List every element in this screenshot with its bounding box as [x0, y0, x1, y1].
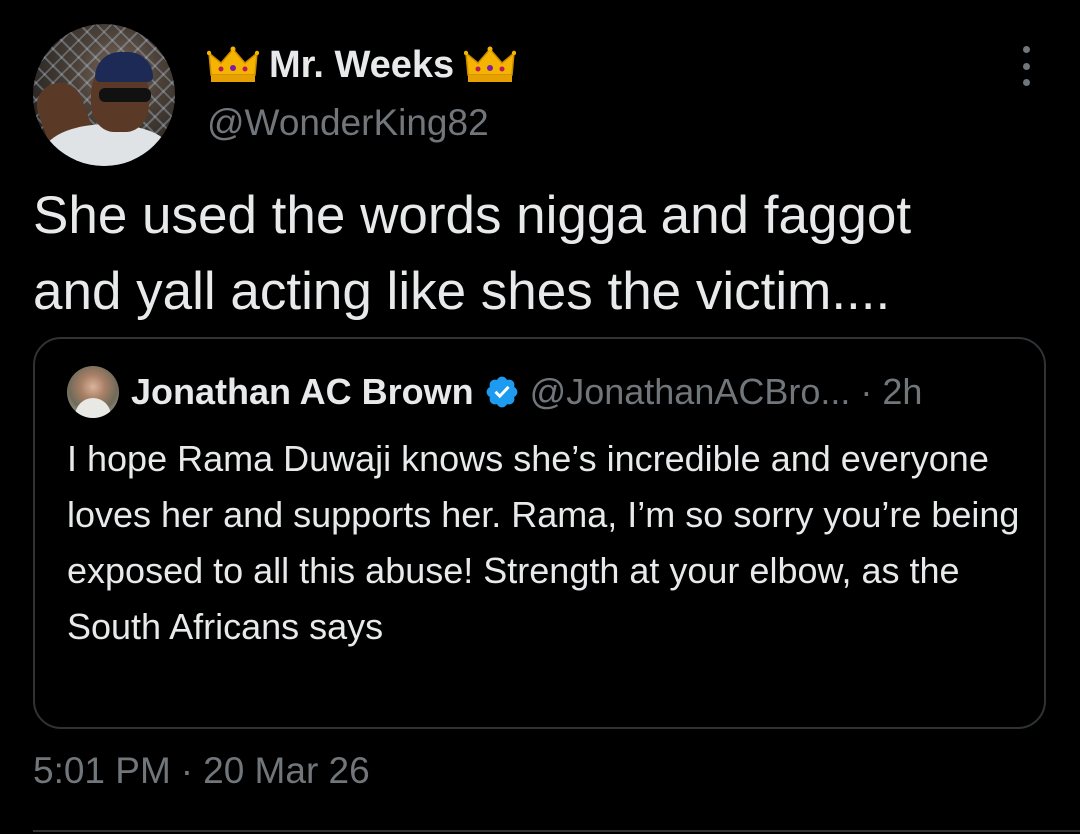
quoted-author-avatar[interactable]: [67, 366, 119, 418]
quoted-author-display-name[interactable]: Jonathan AC Brown: [131, 371, 474, 413]
author-handle[interactable]: @WonderKing82: [207, 102, 489, 144]
quoted-tweet-text: I hope Rama Duwaji knows she’s incredibl…: [67, 438, 1020, 647]
tweet-timestamp[interactable]: 5:01 PM · 20 Mar 26: [33, 750, 370, 792]
quoted-tweet-age: 2h: [882, 371, 923, 412]
crown-icon: [207, 46, 259, 82]
divider: [33, 830, 1080, 832]
author-name-row[interactable]: Mr. Weeks: [207, 40, 517, 90]
tweet: Mr. Weeks @WonderKing82 She used the wor…: [0, 0, 1080, 834]
separator-dot: ·: [860, 371, 873, 412]
tweet-time: 5:01 PM: [33, 750, 171, 791]
quoted-author-handle[interactable]: @JonathanACBro...: [530, 371, 851, 413]
separator-dot: ·: [180, 750, 194, 791]
quoted-tweet-header: Jonathan AC Brown @JonathanACBro... · 2h: [131, 369, 922, 415]
crown-icon: [464, 46, 517, 82]
verified-badge-icon: [486, 376, 518, 408]
author-display-name[interactable]: Mr. Weeks: [269, 44, 454, 87]
more-options-icon[interactable]: [1016, 46, 1036, 86]
tweet-date: 20 Mar 26: [203, 750, 370, 791]
tweet-text: She used the words nigga and faggot and …: [33, 186, 912, 321]
quoted-tweet-card[interactable]: Jonathan AC Brown @JonathanACBro... · 2h…: [33, 337, 1046, 729]
author-avatar[interactable]: [33, 24, 175, 166]
